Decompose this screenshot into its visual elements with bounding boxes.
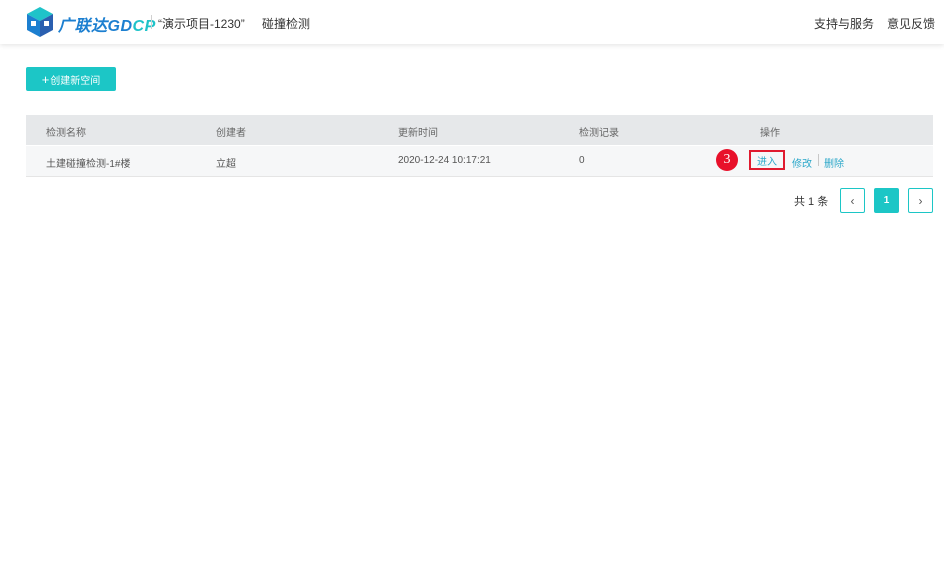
row-creator: 立超 (216, 159, 236, 170)
column-header-records: 检测记录 (579, 128, 619, 139)
column-header-creator: 创建者 (216, 128, 246, 139)
column-header-name: 检测名称 (46, 128, 86, 139)
brand-cp: CP (132, 18, 156, 35)
edit-link[interactable]: 修改 (792, 155, 812, 170)
enter-link[interactable]: 进入 (749, 150, 785, 170)
header-divider (151, 15, 152, 29)
create-space-button[interactable]: + 创建新空间 (26, 67, 116, 91)
column-header-updated: 更新时间 (398, 128, 438, 139)
top-bar: 广联达GDCP “演示项目-1230” 碰撞检测 支持与服务 意见反馈 (0, 0, 944, 44)
column-header-actions: 操作 (760, 128, 780, 139)
chevron-left-icon: ‹ (850, 193, 855, 208)
row-records: 0 (579, 155, 585, 166)
module-title: 碰撞检测 (262, 17, 311, 31)
brand-gd: GD (107, 18, 133, 35)
nav-support-link[interactable]: 支持与服务 (814, 15, 874, 32)
brand-prefix: 广联达 (58, 18, 108, 35)
row-updated: 2020-12-24 10:17:21 (398, 155, 491, 166)
plus-icon: + (41, 71, 50, 87)
pagination-prev-button[interactable]: ‹ (840, 188, 865, 213)
chevron-right-icon: › (918, 193, 923, 208)
row-name: 土建碰撞检测-1#楼 (46, 159, 131, 170)
project-name[interactable]: “演示项目-1230” (158, 15, 245, 32)
table-header: 检测名称 创建者 更新时间 检测记录 操作 (26, 115, 933, 145)
step-annotation-badge: 3 (716, 149, 738, 171)
delete-link[interactable]: 删除 (824, 155, 844, 170)
pagination-total: 共 1 条 (794, 196, 829, 208)
pagination-next-button[interactable]: › (908, 188, 933, 213)
gdcp-logo-icon[interactable] (25, 6, 55, 38)
nav-feedback-link[interactable]: 意见反馈 (887, 15, 935, 32)
pagination-page-1[interactable]: 1 (874, 188, 899, 213)
create-space-label: 创建新空间 (50, 75, 101, 87)
brand-name[interactable]: 广联达GDCP (58, 12, 156, 36)
action-separator (818, 154, 819, 166)
